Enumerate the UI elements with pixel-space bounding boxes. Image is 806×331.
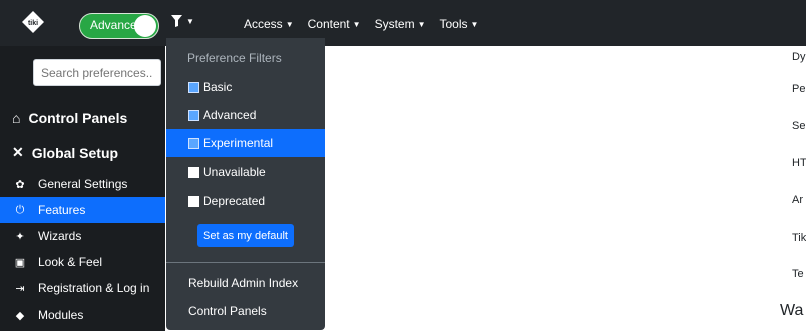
checkbox[interactable] [188, 137, 199, 149]
control-panels-link[interactable]: Control Panels [188, 304, 267, 318]
filter-label: Advanced [203, 108, 257, 122]
feature-row-label: Se [792, 120, 806, 132]
checkbox[interactable] [188, 195, 199, 207]
sign-in-icon: ⇥ [15, 282, 25, 295]
section-heading: Wa [780, 302, 804, 319]
chevron-down-icon: ▼ [352, 19, 361, 29]
tiki-logo[interactable]: tiki [22, 11, 44, 33]
feature-row-label: Pe [792, 83, 806, 95]
rebuild-admin-index-link[interactable]: Rebuild Admin Index [188, 276, 298, 290]
sidebar-item-label: Modules [38, 308, 84, 322]
feature-row-label: Dy [792, 51, 806, 63]
sidebar-item-features[interactable]: ⏻ Features [0, 197, 165, 223]
checkbox[interactable] [188, 109, 199, 121]
chevron-down-icon: ▼ [186, 16, 194, 26]
nav-content[interactable]: Content ▼ [308, 17, 361, 31]
nav-system[interactable]: System ▼ [375, 17, 426, 31]
filter-label: Deprecated [203, 194, 266, 208]
logo-text: tiki [28, 20, 38, 27]
sidebar-item-label: Wizards [38, 229, 82, 243]
global-setup-label: Global Setup [31, 144, 119, 161]
filter-basic[interactable]: Basic [166, 73, 325, 101]
nav-access-label: Access [244, 17, 283, 31]
divider [166, 262, 325, 263]
image-icon: ▣ [14, 256, 26, 269]
preference-filters-dropdown: Preference Filters Basic Advanced Experi… [166, 38, 325, 330]
nav-content-label: Content [307, 17, 350, 31]
sidebar-item-wizards[interactable]: ✦ Wizards [0, 223, 165, 249]
filter-deprecated[interactable]: Deprecated [166, 187, 325, 215]
checkbox[interactable] [188, 81, 199, 93]
chevron-down-icon: ▼ [285, 19, 294, 29]
sidebar-item-registration[interactable]: ⇥ Registration & Log in [0, 275, 165, 301]
power-icon: ⏻ [15, 203, 25, 216]
cubes-icon: ◆ [15, 309, 25, 322]
feature-row-label: Ar [792, 194, 803, 206]
sidebar-item-label: Features [38, 203, 86, 217]
sidebar-item-general-settings[interactable]: ✿ General Settings [0, 171, 165, 197]
gear-icon: ✿ [15, 178, 25, 191]
checkbox[interactable] [188, 166, 199, 178]
feature-row-label: HT [792, 157, 806, 169]
sidebar-item-label: Registration & Log in [38, 281, 150, 295]
toggle-knob [134, 15, 156, 37]
filter-experimental[interactable]: Experimental [166, 129, 325, 157]
admin-sidebar: ⌂ Control Panels ✕ Global Setup ✿ Genera… [0, 46, 165, 331]
tools-icon: ✕ [12, 144, 24, 160]
filter-label: Experimental [203, 136, 274, 150]
global-setup-heading[interactable]: ✕ Global Setup [12, 144, 118, 161]
sidebar-item-modules[interactable]: ◆ Modules [0, 302, 165, 328]
nav-tools-label: Tools [439, 17, 468, 31]
nav-tools[interactable]: Tools ▼ [440, 17, 479, 31]
feature-row-label: Te [792, 268, 804, 280]
sidebar-item-look-and-feel[interactable]: ▣ Look & Feel [0, 249, 165, 275]
funnel-icon [171, 15, 182, 27]
set-as-default-button[interactable]: Set as my default [197, 224, 294, 247]
filter-label: Basic [203, 80, 233, 94]
nav-access[interactable]: Access ▼ [244, 17, 294, 31]
advanced-mode-toggle[interactable]: Advanced [79, 13, 159, 39]
sidebar-item-label: Look & Feel [38, 255, 103, 269]
search-preferences-input[interactable] [33, 59, 161, 86]
filter-label: Unavailable [203, 165, 266, 179]
dropdown-header: Preference Filters [187, 51, 282, 65]
home-icon: ⌂ [12, 110, 21, 126]
feature-row-label: Tik [792, 232, 806, 244]
filter-unavailable[interactable]: Unavailable [166, 158, 325, 186]
main-nav: Access ▼ Content ▼ System ▼ Tools ▼ [244, 17, 478, 31]
chevron-down-icon: ▼ [417, 19, 426, 29]
preference-filter-button[interactable]: ▼ [171, 15, 194, 27]
top-navbar: tiki Advanced ▼ Access ▼ Content ▼ Syste… [0, 0, 806, 46]
sidebar-item-label: General Settings [38, 177, 128, 191]
nav-system-label: System [374, 17, 415, 31]
control-panels-link[interactable]: ⌂ Control Panels [12, 110, 127, 126]
chevron-down-icon: ▼ [470, 19, 479, 29]
filter-advanced[interactable]: Advanced [166, 101, 325, 129]
magic-wand-icon: ✦ [15, 230, 25, 243]
control-panels-label: Control Panels [28, 110, 128, 126]
